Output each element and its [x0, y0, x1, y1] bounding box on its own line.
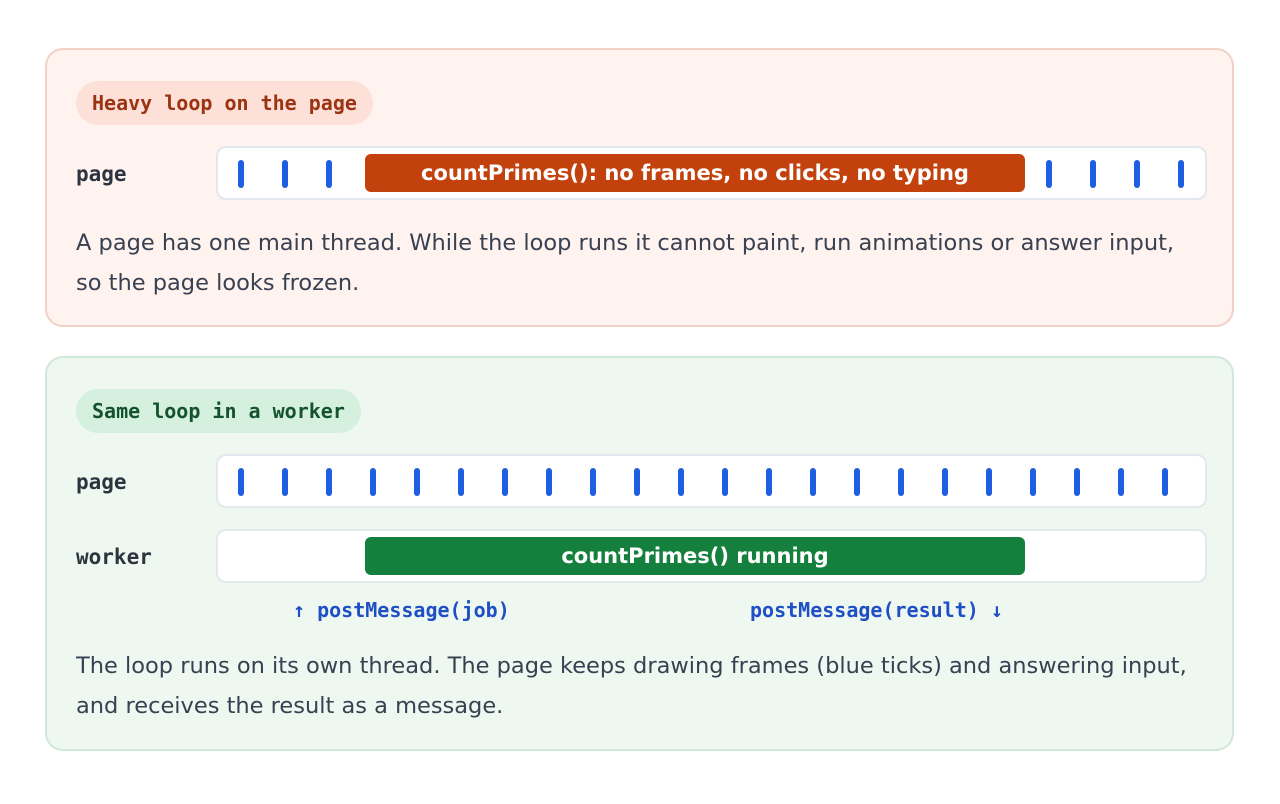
panel-title-badge: Heavy loop on the page [76, 81, 373, 125]
frame-tick [986, 468, 992, 496]
frame-tick [854, 468, 860, 496]
frame-tick [326, 468, 332, 496]
frame-tick [1046, 160, 1052, 188]
frame-tick [722, 468, 728, 496]
worker-row-label: worker [76, 545, 152, 569]
post-result-label: postMessage(result) [750, 598, 979, 622]
page-timeline-track: countPrimes(): no frames, no clicks, no … [216, 146, 1207, 200]
frame-tick [1030, 468, 1036, 496]
frame-tick [1090, 160, 1096, 188]
post-job-message: ↑ postMessage(job) [293, 598, 510, 622]
post-result-message: postMessage(result) ↓ [750, 598, 1003, 622]
frame-tick [678, 468, 684, 496]
frame-tick [766, 468, 772, 496]
frame-tick [810, 468, 816, 496]
frame-tick [1074, 468, 1080, 496]
frame-tick [502, 468, 508, 496]
frame-tick [1162, 468, 1168, 496]
frame-tick [282, 160, 288, 188]
panel-description: The loop runs on its own thread. The pag… [76, 653, 1187, 719]
frame-tick [546, 468, 552, 496]
page-row-label: page [76, 470, 127, 494]
page-row-label: page [76, 162, 127, 186]
frame-tick [458, 468, 464, 496]
frame-tick [1178, 160, 1184, 188]
down-arrow-icon: ↓ [990, 598, 1003, 622]
frame-tick [942, 468, 948, 496]
frame-tick [634, 468, 640, 496]
main-thread-panel: Heavy loop on the page page countPrimes(… [45, 48, 1234, 327]
page-timeline-track [216, 454, 1207, 508]
worker-panel: Same loop in a worker page worker countP… [45, 356, 1234, 751]
frame-tick [282, 468, 288, 496]
frame-tick [590, 468, 596, 496]
frame-tick [414, 468, 420, 496]
frame-tick [1134, 160, 1140, 188]
post-job-label: postMessage(job) [317, 598, 510, 622]
frame-tick [326, 160, 332, 188]
panel-description: A page has one main thread. While the lo… [76, 230, 1175, 296]
frame-tick [1118, 468, 1124, 496]
frame-tick [238, 468, 244, 496]
blocked-loop-block: countPrimes(): no frames, no clicks, no … [365, 154, 1025, 192]
frame-tick [238, 160, 244, 188]
worker-loop-block: countPrimes() running [365, 537, 1025, 575]
frame-tick [370, 468, 376, 496]
frame-tick [1206, 468, 1207, 496]
worker-timeline-track: countPrimes() running [216, 529, 1207, 583]
panel-title-badge: Same loop in a worker [76, 389, 361, 433]
frame-tick [898, 468, 904, 496]
up-arrow-icon: ↑ [293, 598, 306, 622]
